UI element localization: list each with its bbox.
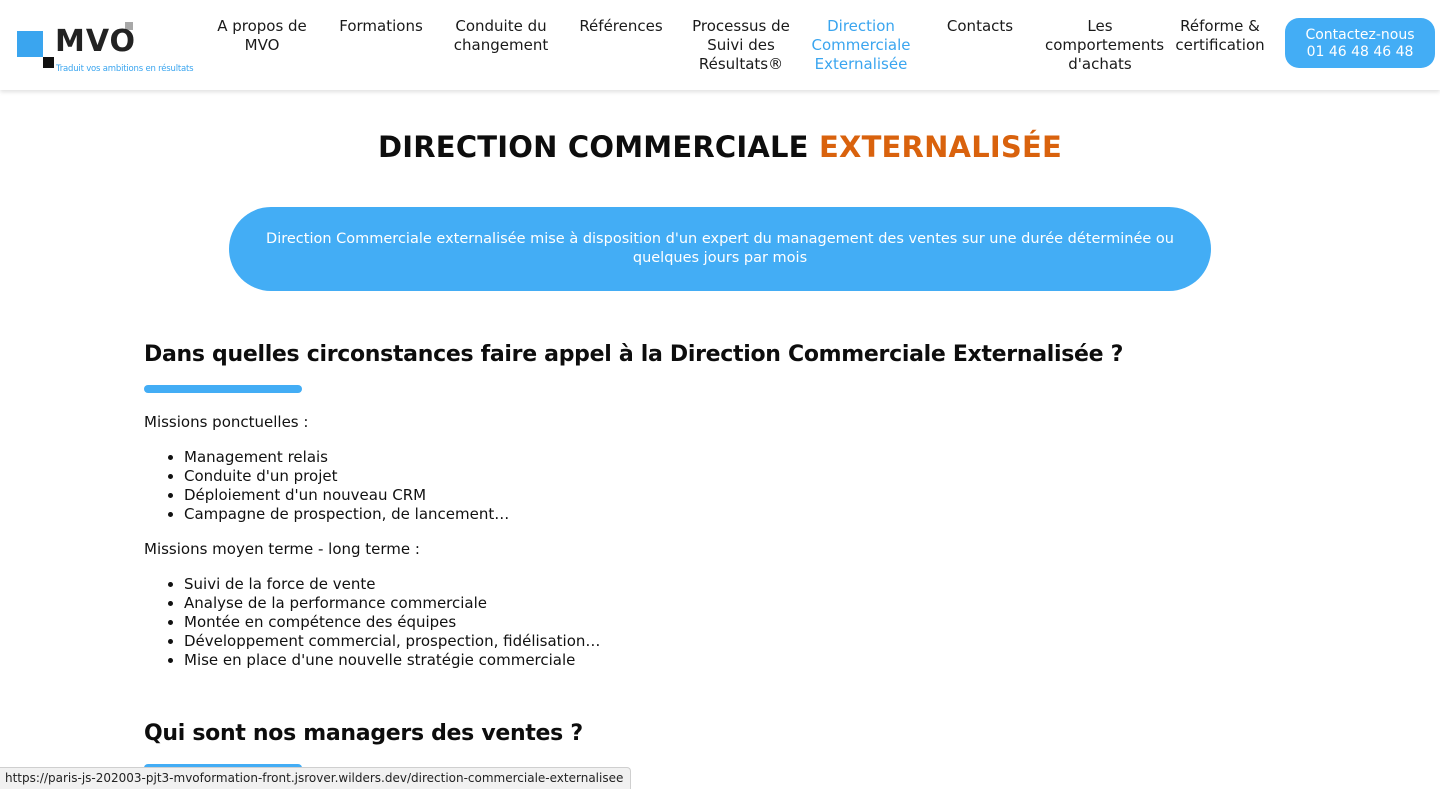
list-item: Campagne de prospection, de lancement…: [184, 505, 509, 524]
list-item: Déploiement d'un nouveau CRM: [184, 486, 509, 505]
logo-brand-text: MVO: [55, 24, 137, 59]
nav-item-references[interactable]: Références: [566, 17, 676, 36]
missions-ponctuelles-list: Management relais Conduite d'un projet D…: [184, 448, 509, 524]
list-item: Conduite d'un projet: [184, 467, 509, 486]
site-header: MVO Traduit vos ambitions en résultats A…: [0, 0, 1440, 90]
nav-item-contacts[interactable]: Contacts: [925, 17, 1035, 36]
nav-item-reforme-certification[interactable]: Réforme & certification: [1165, 17, 1275, 55]
nav-item-a-propos[interactable]: A propos de MVO: [207, 17, 317, 55]
contact-button[interactable]: Contactez-nous 01 46 48 46 48: [1285, 18, 1435, 68]
logo-blue-square: [17, 31, 43, 57]
missions-long-terme-label: Missions moyen terme - long terme :: [144, 540, 420, 558]
nav-item-formations[interactable]: Formations: [326, 17, 436, 36]
section-heading-managers: Qui sont nos managers des ventes ?: [144, 721, 583, 746]
intro-banner: Direction Commerciale externalisée mise …: [229, 207, 1211, 291]
contact-button-label: Contactez-nous: [1305, 27, 1415, 43]
list-item: Management relais: [184, 448, 509, 467]
list-item: Montée en compétence des équipes: [184, 613, 600, 632]
nav-item-processus-suivi[interactable]: Processus de Suivi des Résultats®: [686, 17, 796, 74]
mvo-logo[interactable]: MVO Traduit vos ambitions en résultats: [17, 22, 202, 76]
page-title: DIRECTION COMMERCIALE EXTERNALISÉE: [0, 130, 1440, 164]
section-heading-circonstances: Dans quelles circonstances faire appel à…: [144, 342, 1124, 367]
browser-status-url: https://paris-js-202003-pjt3-mvoformatio…: [0, 767, 632, 789]
list-item: Mise en place d'une nouvelle stratégie c…: [184, 651, 600, 670]
logo-tagline: Traduit vos ambitions en résultats: [56, 64, 194, 74]
nav-item-comportements-achats[interactable]: Les comportements d'achats: [1045, 17, 1164, 74]
logo-black-square: [43, 57, 54, 68]
missions-ponctuelles-label: Missions ponctuelles :: [144, 413, 309, 431]
page-title-accent: EXTERNALISÉE: [819, 130, 1062, 164]
nav-item-direction-commerciale[interactable]: Direction Commerciale Externalisée: [806, 17, 916, 74]
list-item: Analyse de la performance commerciale: [184, 594, 600, 613]
list-item: Développement commercial, prospection, f…: [184, 632, 600, 651]
list-item: Suivi de la force de vente: [184, 575, 600, 594]
heading-underline: [144, 385, 302, 393]
missions-long-terme-list: Suivi de la force de vente Analyse de la…: [184, 575, 600, 670]
page-title-main: DIRECTION COMMERCIALE: [378, 130, 809, 164]
contact-button-phone: 01 46 48 46 48: [1306, 44, 1414, 60]
nav-item-conduite-changement[interactable]: Conduite du changement: [446, 17, 556, 55]
